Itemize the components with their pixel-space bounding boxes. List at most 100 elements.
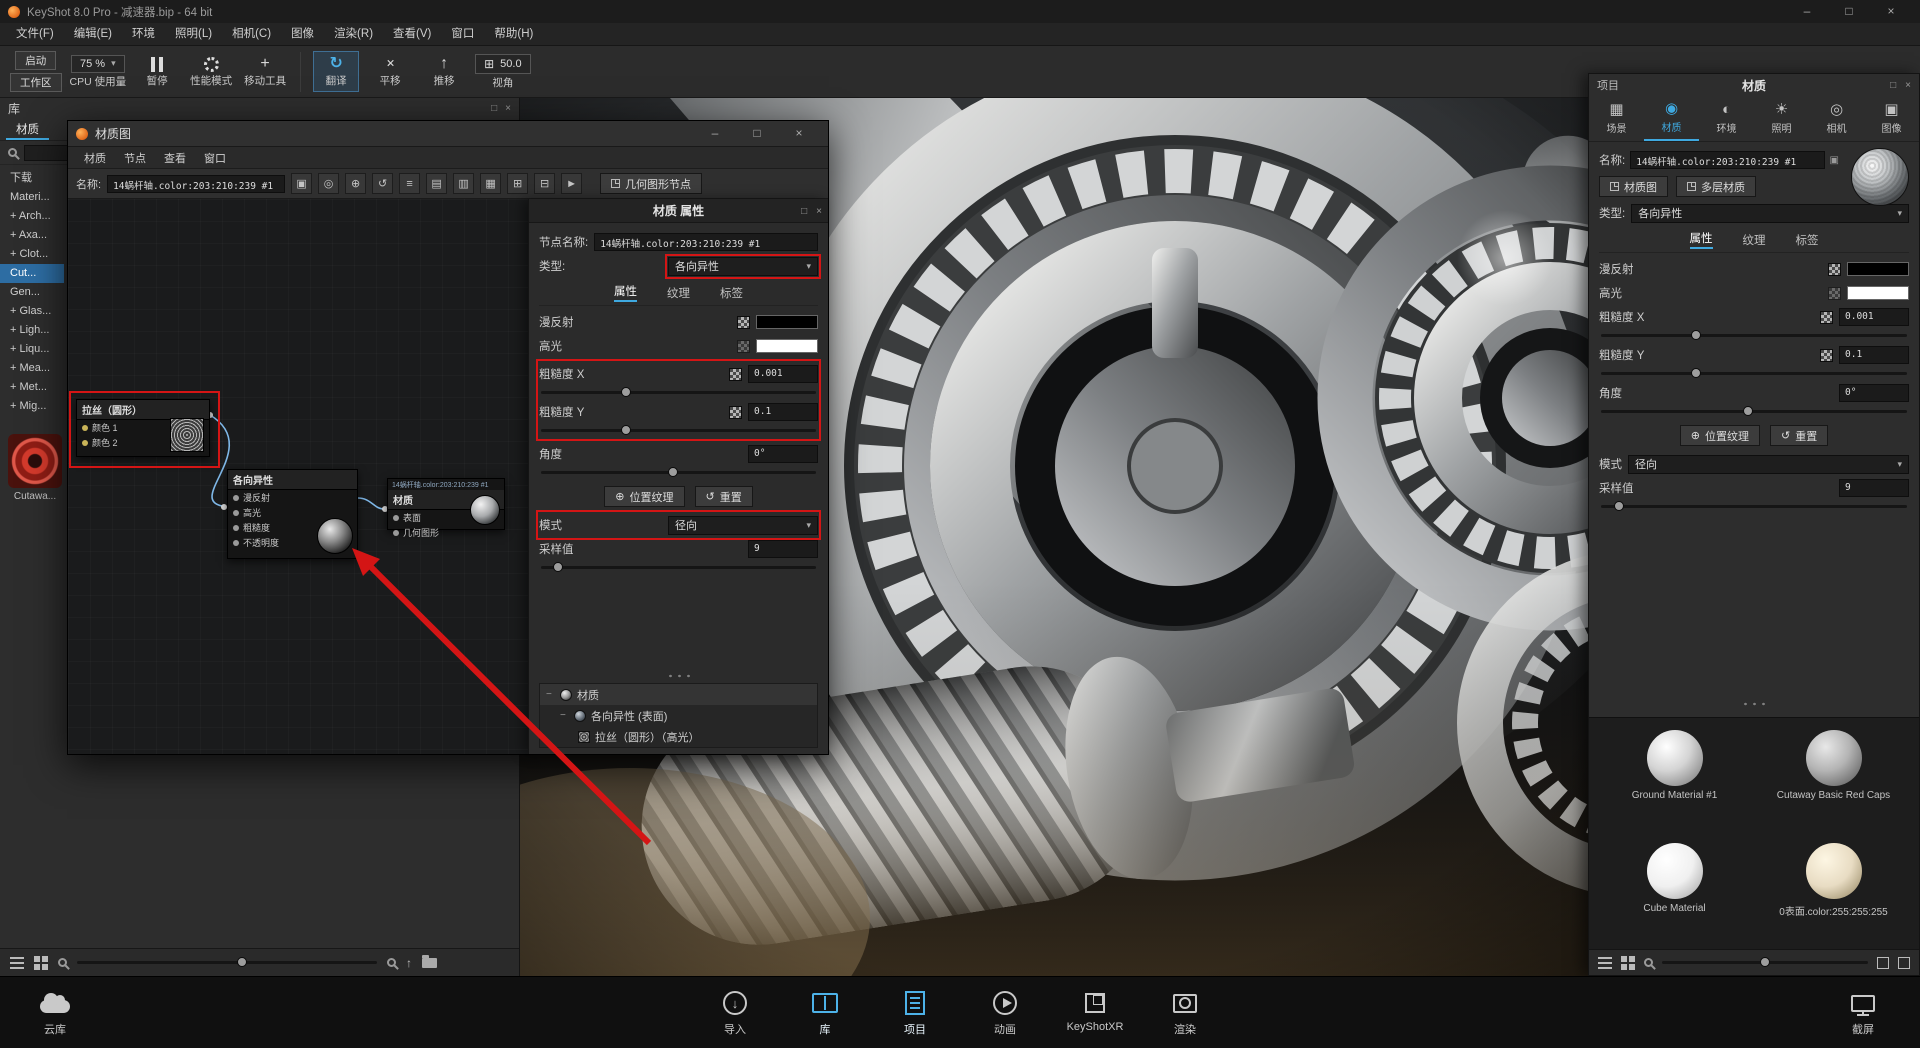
material-name-field[interactable]: 14蜗杆轴.color:203:210:239 #1	[1630, 151, 1824, 169]
move-tool-button[interactable]: + 移动工具	[242, 52, 288, 90]
maximize-button[interactable]: □	[1828, 0, 1870, 23]
screenshot-button[interactable]: 截屏	[1828, 988, 1898, 1037]
multi-material-button[interactable]: 多层材质	[1676, 176, 1756, 197]
thumbnails-large-icon[interactable]: ▦	[480, 173, 501, 194]
graph-menu-window[interactable]: 窗口	[196, 150, 234, 166]
cpu-usage-dropdown[interactable]: 75 % ▾	[71, 55, 125, 73]
list-view-icon[interactable]	[1598, 957, 1612, 969]
samples-field[interactable]: 9	[1839, 479, 1909, 497]
cloud-library-button[interactable]: 云库	[20, 988, 90, 1037]
type-dropdown[interactable]: 各向异性 ▾	[1631, 204, 1909, 223]
update-preview-icon[interactable]: ↺	[372, 173, 393, 194]
zoom-in-icon[interactable]	[387, 958, 396, 967]
save-material-icon[interactable]: ▣	[1830, 155, 1839, 166]
material-thumb-cutaway-red-caps[interactable]: Cutaway Basic Red Caps	[1754, 730, 1913, 833]
project-close-icon[interactable]: ×	[1905, 80, 1911, 91]
graph-window-titlebar[interactable]: 材质图 – □ ×	[68, 121, 828, 147]
samples-knob[interactable]	[553, 562, 563, 572]
angle-slider[interactable]	[541, 471, 816, 474]
mode-dropdown[interactable]: 径向 ▾	[1628, 455, 1909, 474]
grid-view-icon[interactable]	[1621, 956, 1635, 970]
save-icon[interactable]: ▣	[291, 173, 312, 194]
import-button[interactable]: ↓ 导入	[700, 988, 770, 1037]
maximize-button[interactable]: □	[736, 122, 778, 145]
samples-knob[interactable]	[1614, 501, 1624, 511]
tab-material[interactable]: ◉ 材质	[1644, 96, 1699, 141]
material-preview-ball[interactable]	[1851, 148, 1909, 206]
expander-icon[interactable]: −	[560, 710, 569, 721]
roughness-x-field[interactable]: 0.001	[1839, 308, 1909, 326]
menu-file[interactable]: 文件(F)	[6, 23, 64, 46]
thumbnails-small-icon[interactable]: ▤	[426, 173, 447, 194]
zoom-out-icon[interactable]	[58, 958, 67, 967]
pan-button[interactable]: + 平移	[367, 52, 413, 90]
graph-menu-view[interactable]: 查看	[156, 150, 194, 166]
roughness-y-texture-icon[interactable]	[729, 406, 742, 419]
diffuse-texture-icon[interactable]	[737, 316, 750, 329]
pause-button[interactable]: 暂停	[134, 52, 180, 90]
menu-edit[interactable]: 编辑(E)	[64, 23, 122, 46]
tab-lighting[interactable]: ☀ 照明	[1754, 96, 1809, 141]
library-material-thumbnail[interactable]: Cutawa...	[6, 434, 64, 502]
library-zoom-knob[interactable]	[237, 957, 247, 967]
expander-icon[interactable]: −	[546, 689, 555, 700]
grid-view-icon[interactable]	[34, 956, 48, 970]
fov-field[interactable]: ⊞ 50.0	[475, 54, 530, 74]
samples-slider[interactable]	[1601, 505, 1907, 508]
menu-help[interactable]: 帮助(H)	[484, 23, 543, 46]
menu-view[interactable]: 查看(V)	[383, 23, 441, 46]
library-dock-icon[interactable]: □	[491, 103, 497, 114]
add-node-icon[interactable]: ⊕	[345, 173, 366, 194]
close-button[interactable]: ×	[1870, 0, 1912, 23]
library-tab-materials[interactable]: 材质	[6, 119, 49, 140]
expand-icon[interactable]	[1877, 957, 1889, 969]
roughness-x-texture-icon[interactable]	[1820, 311, 1833, 324]
add-folder-icon[interactable]	[422, 958, 437, 968]
roughness-y-slider[interactable]	[1601, 372, 1907, 375]
roughness-x-knob[interactable]	[1691, 330, 1701, 340]
material-thumb-ground[interactable]: Ground Material #1	[1595, 730, 1754, 833]
tab-image[interactable]: ▣ 图像	[1864, 96, 1919, 141]
roughness-x-slider[interactable]	[1601, 334, 1907, 337]
tab-camera[interactable]: ◎ 相机	[1809, 96, 1864, 141]
workspace-button[interactable]: 工作区	[10, 73, 62, 92]
position-texture-button[interactable]: ⊕ 位置纹理	[604, 486, 684, 507]
diffuse-color-swatch[interactable]	[756, 315, 818, 329]
render-button[interactable]: 渲染	[1150, 988, 1220, 1037]
animation-button[interactable]: 动画	[970, 988, 1040, 1037]
minimize-button[interactable]: –	[1786, 0, 1828, 23]
tab-properties[interactable]: 属性	[1690, 230, 1713, 249]
tab-labels[interactable]: 标签	[720, 285, 743, 301]
dolly-button[interactable]: ↑ 推移	[421, 52, 467, 90]
roughness-x-field[interactable]: 0.001	[748, 365, 818, 383]
thumbnails-medium-icon[interactable]: ▥	[453, 173, 474, 194]
reset-button[interactable]: ↺ 重置	[1770, 425, 1828, 446]
diffuse-texture-icon[interactable]	[1828, 263, 1841, 276]
position-texture-button[interactable]: ⊕ 位置纹理	[1680, 425, 1760, 446]
specular-texture-icon[interactable]	[737, 340, 750, 353]
minimize-button[interactable]: –	[694, 122, 736, 145]
material-thumb-surface[interactable]: 0表面.color:255:255:255	[1754, 843, 1913, 950]
material-thumb-cube[interactable]: Cube Material	[1595, 843, 1754, 950]
samples-field[interactable]: 9	[748, 540, 818, 558]
menu-render[interactable]: 渲染(R)	[324, 23, 383, 46]
library-close-icon[interactable]: ×	[505, 103, 511, 114]
settings-icon[interactable]: ≡	[399, 173, 420, 194]
properties-titlebar[interactable]: 材质 属性 □ ×	[529, 199, 828, 223]
tab-labels[interactable]: 标签	[1796, 232, 1819, 248]
close-button[interactable]: ×	[778, 122, 820, 145]
node-name-field[interactable]: 14蜗杆轴.color:203:210:239 #1	[594, 233, 818, 251]
tree-row-material[interactable]: − 材质	[540, 684, 817, 705]
material-graph-button[interactable]: 材质图	[1599, 176, 1668, 197]
graph-menu-material[interactable]: 材质	[76, 150, 114, 166]
align-nodes-icon[interactable]: ►	[561, 173, 582, 194]
angle-slider[interactable]	[1601, 410, 1907, 413]
menu-image[interactable]: 图像	[281, 23, 324, 46]
roughness-y-field[interactable]: 0.1	[1839, 346, 1909, 364]
roughness-y-texture-icon[interactable]	[1820, 349, 1833, 362]
roughness-y-knob[interactable]	[621, 425, 631, 435]
close-icon[interactable]: ×	[816, 206, 822, 217]
library-zoom-slider[interactable]	[77, 961, 377, 964]
thumb-size-knob[interactable]	[1760, 957, 1770, 967]
search-node-icon[interactable]: ◎	[318, 173, 339, 194]
